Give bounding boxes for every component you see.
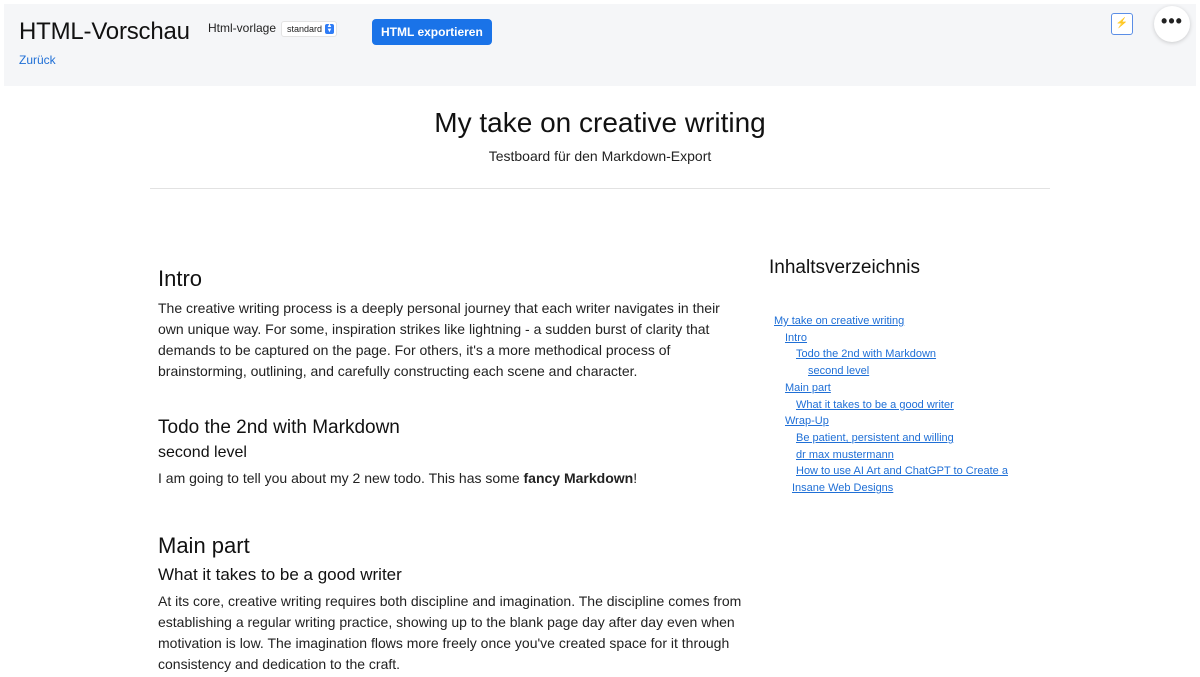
top-toolbar: HTML-Vorschau Zurück Html-vorlage standa… <box>4 4 1196 86</box>
toc-link[interactable]: My take on creative writing <box>774 313 1034 330</box>
document-content: Intro The creative writing process is a … <box>158 266 743 675</box>
document-title: My take on creative writing <box>434 107 766 138</box>
template-select[interactable]: standard ▲ ▼ <box>281 21 338 37</box>
todo-text-end: ! <box>633 470 638 486</box>
todo-text: I am going to tell you about my 2 new to… <box>158 470 524 486</box>
toc-link[interactable]: Insane Web Designs <box>774 480 1034 497</box>
toc-link[interactable]: Wrap-Up <box>774 413 1034 430</box>
bolt-icon[interactable]: ⚡ <box>1111 13 1133 35</box>
title-divider <box>150 188 1050 189</box>
table-of-contents: My take on creative writing Intro Todo t… <box>774 313 1034 497</box>
app-title: HTML-Vorschau <box>19 18 190 45</box>
template-select-value: standard <box>287 24 323 34</box>
todo-bold-text: fancy Markdown <box>523 470 634 486</box>
toc-link[interactable]: Main part <box>774 380 1034 397</box>
section-heading-main: Main part <box>158 533 250 558</box>
section-heading-good-writer: What it takes to be a good writer <box>158 565 402 584</box>
toc-title: Inhaltsverzeichnis <box>769 257 921 278</box>
todo-paragraph: I am going to tell you about my 2 new to… <box>158 468 743 489</box>
toc-link[interactable]: second level <box>774 363 1034 380</box>
export-html-button[interactable]: HTML exportieren <box>372 19 492 45</box>
back-link[interactable]: Zurück <box>19 53 56 67</box>
select-stepper-icon: ▲ ▼ <box>325 23 335 34</box>
more-options-icon[interactable]: ••• <box>1154 6 1190 42</box>
toc-link[interactable]: dr max mustermann <box>774 447 1034 464</box>
toc-link[interactable]: Todo the 2nd with Markdown <box>774 346 1034 363</box>
toc-link[interactable]: Be patient, persistent and willing <box>774 430 1034 447</box>
intro-paragraph: The creative writing process is a deeply… <box>158 300 720 379</box>
section-heading-second-level: second level <box>158 444 247 461</box>
toc-link[interactable]: What it takes to be a good writer <box>774 397 1034 414</box>
section-heading-todo: Todo the 2nd with Markdown <box>158 417 400 438</box>
section-heading-intro: Intro <box>158 266 203 291</box>
document-subtitle: Testboard für den Markdown-Export <box>488 148 712 164</box>
toc-link[interactable]: Intro <box>774 330 1034 347</box>
template-label: Html-vorlage <box>208 21 277 35</box>
main-paragraph: At its core, creative writing requires b… <box>158 593 742 672</box>
toc-link[interactable]: How to use AI Art and ChatGPT to Create … <box>774 463 1034 480</box>
